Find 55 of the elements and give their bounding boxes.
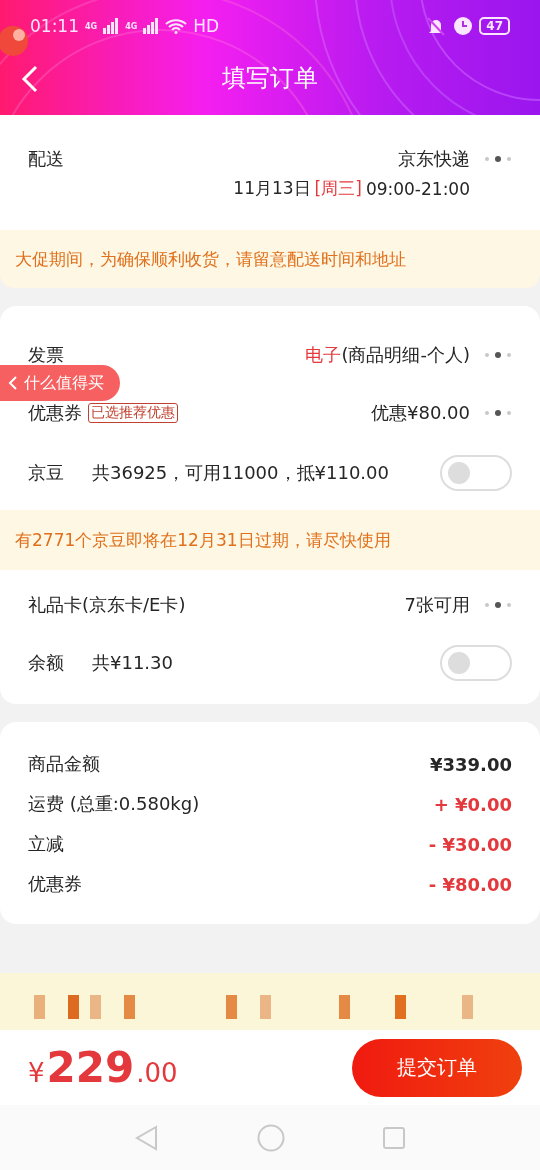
carrier-name[interactable]: 京东快递: [398, 147, 470, 171]
alarm-clock-icon: [453, 16, 474, 36]
invoice-type: 电子: [305, 343, 342, 367]
row-label: 优惠券: [28, 401, 82, 425]
price-decimals: .00: [136, 1058, 178, 1088]
summary-label: 优惠券: [28, 872, 82, 896]
network-type: 4G: [125, 21, 138, 31]
delivery-time: 09:00-21:00: [365, 178, 470, 199]
balance-detail: 共¥11.30: [92, 651, 173, 675]
currency-symbol: ¥: [28, 1058, 45, 1088]
row-label: 发票: [28, 343, 64, 367]
wifi-icon: [165, 18, 188, 34]
more-icon: [484, 351, 512, 359]
beans-detail: 共36925，可用11000，抵¥110.00: [92, 461, 389, 485]
clock-time: 01:11: [30, 16, 79, 36]
signal-icon: [103, 18, 120, 34]
back-icon[interactable]: [20, 64, 40, 94]
row-label: 京豆: [28, 461, 64, 485]
gift-card-count: 7张可用: [404, 593, 470, 617]
notice-banner: 有2771个京豆即将在12月31日过期，请尽快使用: [0, 510, 540, 570]
summary-amount: ¥339.00: [430, 753, 512, 775]
more-icon: [484, 601, 512, 609]
more-icon: [484, 409, 512, 417]
total-price: 229: [46, 1043, 135, 1092]
summary-label: 运费 (总重:0.580kg): [28, 792, 200, 816]
more-icon: [484, 155, 512, 163]
summary-label: 立减: [28, 832, 64, 856]
row-label: 余额: [28, 651, 64, 675]
coupon-tag: 已选推荐优惠: [88, 403, 178, 423]
summary-amount: - ¥30.00: [428, 833, 512, 855]
muted-bell-icon: [425, 16, 448, 36]
home-icon[interactable]: [257, 1123, 285, 1152]
back-icon[interactable]: [133, 1123, 160, 1152]
chevron-left-icon: [8, 375, 18, 391]
toggle-switch[interactable]: [440, 645, 512, 681]
row-label: 配送: [28, 147, 64, 171]
row-label: 礼品卡(京东卡/E卡): [28, 593, 186, 617]
submit-button[interactable]: 提交订单: [352, 1038, 522, 1097]
hd-indicator: HD: [193, 16, 220, 36]
toggle-switch[interactable]: [440, 455, 512, 491]
summary-amount: + ¥0.00: [433, 793, 512, 815]
summary-label: 商品金额: [28, 752, 100, 776]
network-type: 4G: [85, 21, 98, 31]
invoice-detail: (商品明细-个人): [341, 343, 470, 367]
floating-badge[interactable]: 什么值得买: [0, 365, 120, 401]
delivery-date: 11月13日: [233, 177, 311, 200]
signal-icon: [143, 18, 160, 34]
delivery-weekday: [周三]: [314, 177, 362, 200]
notice-banner: 大促期间，为确保顺利收货，请留意配送时间和地址: [0, 230, 540, 288]
page-title: 填写订单: [222, 63, 318, 94]
battery-level: 47: [479, 17, 510, 35]
coupon-value: 优惠¥80.00: [371, 401, 470, 425]
summary-amount: - ¥80.00: [428, 873, 512, 895]
recents-icon[interactable]: [382, 1125, 407, 1150]
badge-label: 什么值得买: [24, 372, 104, 394]
